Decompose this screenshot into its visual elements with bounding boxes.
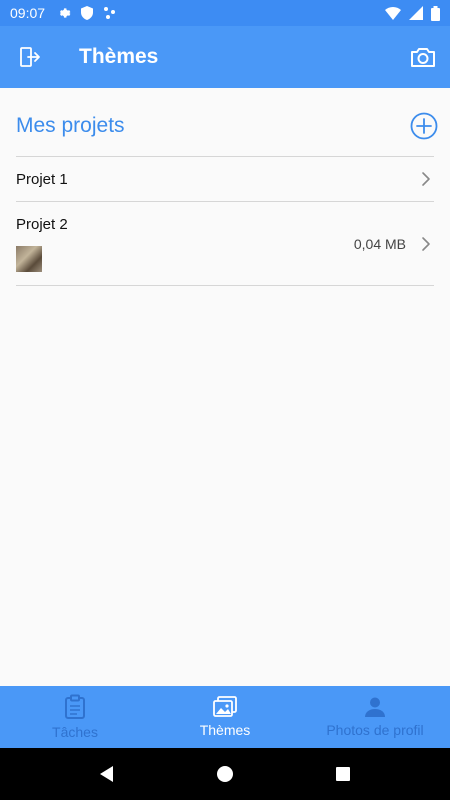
project-row-1[interactable]: Projet 1 <box>16 157 434 201</box>
back-icon[interactable] <box>98 765 116 783</box>
clipboard-icon <box>65 694 85 719</box>
gallery-icon <box>213 696 237 717</box>
nav-tab-photos-profil[interactable]: Photos de profil <box>300 686 450 748</box>
status-time: 09:07 <box>10 5 46 21</box>
nav-label: Tâches <box>52 724 98 740</box>
recents-icon[interactable] <box>334 765 352 783</box>
project-row-2[interactable]: Projet 2 0,04 MB <box>16 202 434 286</box>
battery-icon <box>431 5 440 21</box>
page-title: Thèmes <box>79 45 159 68</box>
project-name: Projet 2 <box>16 216 68 233</box>
nav-label: Photos de profil <box>326 722 424 738</box>
projects-panel: Mes projets Projet 1 Projet 2 0,04 MB <box>0 88 450 686</box>
status-bar: 09:07 <box>0 0 450 26</box>
project-thumbnail <box>16 246 42 272</box>
section-header: Mes projets <box>16 110 438 142</box>
shield-icon <box>81 6 94 20</box>
project-size: 0,04 MB <box>353 236 406 252</box>
wifi-icon <box>385 7 401 20</box>
nav-tab-themes[interactable]: Thèmes <box>150 686 300 748</box>
add-project-button[interactable] <box>410 112 438 140</box>
project-name: Projet 1 <box>16 171 68 188</box>
system-nav-bar <box>0 748 450 800</box>
signal-icon <box>409 6 423 20</box>
home-icon[interactable] <box>216 765 234 783</box>
chevron-right-icon <box>422 172 430 186</box>
nav-label: Thèmes <box>199 722 251 738</box>
settings-icon <box>59 8 71 18</box>
switch-account-button[interactable] <box>0 26 60 88</box>
logout-icon <box>20 47 40 67</box>
section-title: Mes projets <box>16 114 125 137</box>
chevron-right-icon <box>422 237 430 251</box>
dots-icon <box>104 7 116 19</box>
divider <box>16 285 434 286</box>
camera-icon <box>411 48 435 67</box>
nav-tab-taches[interactable]: Tâches <box>0 686 150 748</box>
app-bar: Thèmes <box>0 26 450 88</box>
person-icon <box>365 697 385 717</box>
camera-button[interactable] <box>396 26 450 88</box>
bottom-nav: Tâches Thèmes Photos de profil <box>0 686 450 748</box>
